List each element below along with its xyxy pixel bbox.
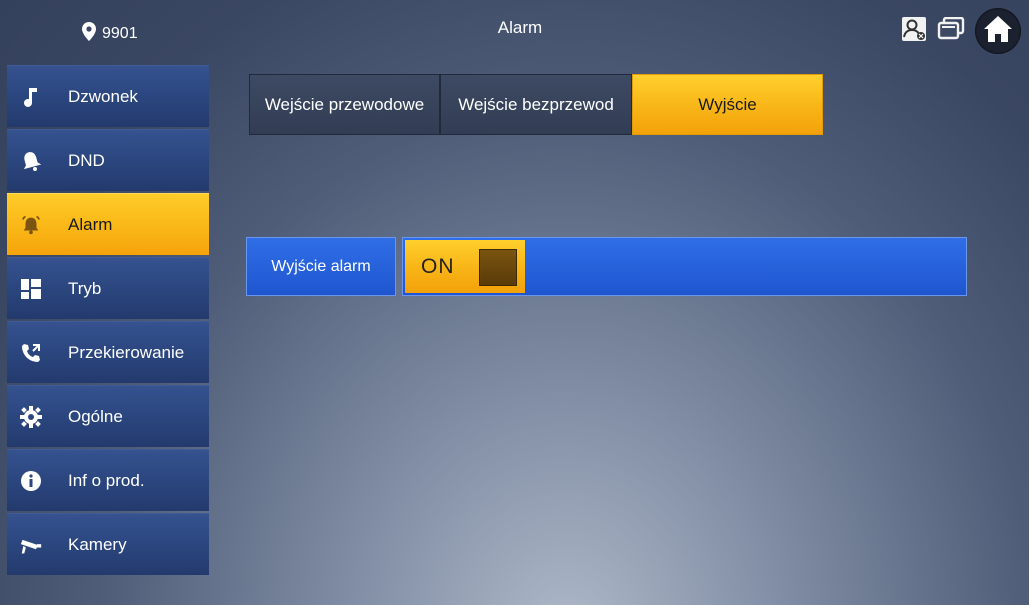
page-title: Alarm — [497, 18, 543, 37]
sidebar-item-label: DND — [68, 150, 105, 170]
sidebar-item-label: Tryb — [68, 278, 102, 298]
alarm-output-toggle[interactable]: ON — [405, 240, 525, 293]
sidebar-item-tryb[interactable]: Tryb — [7, 257, 209, 319]
sidebar-item-info[interactable]: Inf o prod. — [7, 449, 209, 511]
info-icon — [20, 470, 42, 492]
toggle-knob — [479, 249, 517, 286]
sidebar: Dzwonek DND Alarm Tryb Przekierowanie Og… — [7, 65, 209, 577]
grid-icon — [20, 278, 42, 300]
sidebar-item-label: Dzwonek — [68, 86, 138, 106]
tab-output[interactable]: Wyjście — [632, 74, 823, 135]
camera-icon — [20, 534, 42, 556]
sidebar-item-alarm[interactable]: Alarm — [7, 193, 209, 255]
alarm-bell-icon — [20, 214, 42, 236]
tab-wired-input[interactable]: Wejście przewodowe — [249, 74, 440, 135]
tab-wireless-input[interactable]: Wejście bezprzewod — [440, 74, 632, 135]
monitor-status-icon[interactable] — [901, 16, 927, 47]
sidebar-item-dzwonek[interactable]: Dzwonek — [7, 65, 209, 127]
sidebar-item-label: Przekierowanie — [68, 342, 185, 362]
top-icons — [901, 8, 1021, 54]
sidebar-item-label: Alarm — [68, 214, 113, 234]
sidebar-item-dnd[interactable]: DND — [7, 129, 209, 191]
phone-forward-icon — [20, 342, 42, 364]
music-note-icon — [20, 86, 42, 108]
sidebar-item-label: Inf o prod. — [68, 470, 145, 490]
screens-icon[interactable] — [937, 16, 965, 46]
top-bar: 9901 Alarm — [0, 0, 1029, 62]
gear-icon — [20, 405, 42, 428]
tab-bar: Wejście przewodowe Wejście bezprzewod Wy… — [249, 74, 823, 135]
alarm-output-label: Wyjście alarm — [246, 237, 396, 296]
sidebar-item-label: Ogólne — [68, 406, 123, 426]
bell-icon — [20, 150, 42, 172]
sidebar-item-ogolne[interactable]: Ogólne — [7, 385, 209, 447]
screen: 9901 Alarm Dzwonek DND Alarm Tryb Przeki… — [0, 0, 1029, 605]
sidebar-item-label: Kamery — [68, 534, 127, 554]
home-icon — [983, 15, 1013, 48]
toggle-state-text: ON — [421, 254, 455, 278]
home-button[interactable] — [975, 8, 1021, 54]
sidebar-item-kamery[interactable]: Kamery — [7, 513, 209, 575]
sidebar-item-przekierowanie[interactable]: Przekierowanie — [7, 321, 209, 383]
